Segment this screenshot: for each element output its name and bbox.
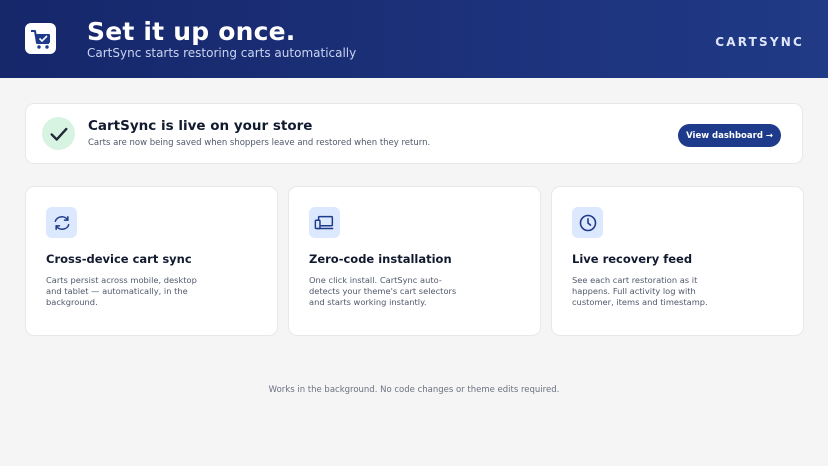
- page-title: Set it up once.: [87, 17, 296, 46]
- checkmark-icon: [42, 117, 75, 150]
- feature-title: Cross-device cart sync: [46, 252, 192, 266]
- status-title: CartSync is live on your store: [88, 118, 313, 134]
- feature-title: Live recovery feed: [572, 252, 693, 266]
- devices-icon: [309, 207, 340, 238]
- clock-icon: [572, 207, 603, 238]
- feature-title: Zero-code installation: [309, 252, 452, 266]
- feature-description: See each cart restoration as it happens.…: [572, 275, 708, 308]
- status-card: CartSync is live on your store Carts are…: [25, 103, 803, 164]
- status-subtitle: Carts are now being saved when shoppers …: [88, 138, 431, 148]
- hero-banner: Set it up once. CartSync starts restorin…: [0, 0, 828, 78]
- feature-card-live-recovery-feed: Live recovery feed See each cart restora…: [551, 186, 804, 336]
- footer-note: Works in the background. No code changes…: [268, 385, 560, 395]
- feature-description: Carts persist across mobile, desktop and…: [46, 275, 197, 308]
- feature-card-zero-code-install: Zero-code installation One click install…: [288, 186, 541, 336]
- sync-arrows-icon: [46, 207, 77, 238]
- brand-wordmark: CARTSYNC: [715, 35, 804, 49]
- feature-card-cross-device-sync: Cross-device cart sync Carts persist acr…: [25, 186, 278, 336]
- view-dashboard-button[interactable]: View dashboard →: [678, 124, 781, 147]
- feature-description: One click install. CartSync auto-detects…: [309, 275, 457, 308]
- page-subtitle: CartSync starts restoring carts automati…: [87, 46, 357, 60]
- shopping-cart-icon: [25, 23, 56, 54]
